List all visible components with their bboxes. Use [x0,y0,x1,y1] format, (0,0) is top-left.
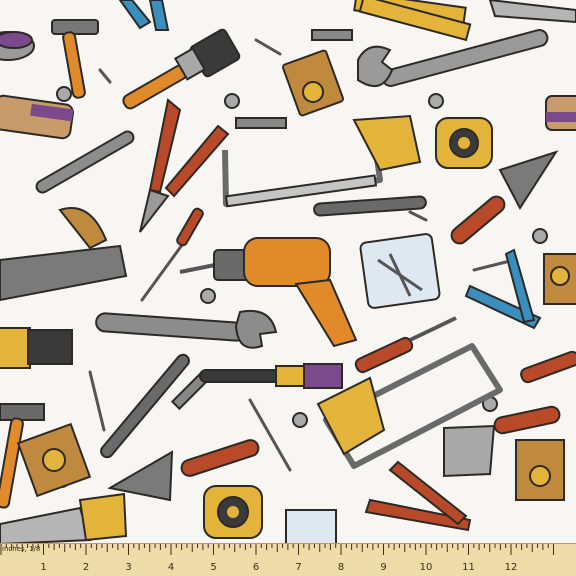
measurement-ruler: 1 2 3 4 5 6 7 8 9 10 11 12 inches, 1/8 [0,543,576,576]
pliers-icon [118,0,170,31]
paint-brush-icon [122,28,241,110]
ruler-number: 11 [462,562,475,573]
screwdriver-icon [354,316,457,374]
nail-bag-icon [359,233,441,309]
pliers-icon [139,98,230,233]
saw-blade-icon [488,0,576,24]
open-end-wrench-icon [35,130,135,194]
wood-block-icon [515,439,565,501]
ruler-number: 12 [505,562,518,573]
ruler-unit-label: inches, 1/8 [2,545,41,553]
hacksaw-icon [222,114,422,208]
tape-measure-icon [435,117,493,169]
wood-block-icon [281,49,345,117]
nail-bag-icon [285,509,337,545]
ruler-number: 4 [168,562,174,573]
ruler-number: 2 [83,562,89,573]
screwdriver-icon [520,350,576,384]
hand-saw-icon [0,492,128,546]
paint-can-icon [0,31,35,61]
wood-plane-icon [0,207,128,302]
folding-ruler-icon [353,0,472,42]
paint-roller-icon [545,95,576,131]
ruler-number: 10 [420,562,433,573]
screwdriver-icon [176,207,204,247]
ruler-ticks: 1 2 3 4 5 6 7 8 9 10 11 12 [0,544,554,573]
wood-block-icon [16,422,92,498]
paint-brush-icon [199,363,343,389]
fabric-swatch: 1 2 3 4 5 6 7 8 9 10 11 12 inches, 1/8 [0,0,576,576]
ruler-number: 9 [380,562,386,573]
adjustable-wrench-icon [95,310,278,349]
ruler-number: 5 [210,562,216,573]
ruler-number: 8 [338,562,344,573]
ruler-number: 7 [295,562,301,573]
ruler-number: 3 [125,562,131,573]
tool-pattern [0,0,576,546]
ruler-number: 1 [40,562,46,573]
wood-block-icon [543,253,576,305]
ruler-number: 6 [253,562,259,573]
paint-brush-icon [0,327,73,369]
claw-hammer-icon [51,19,99,99]
tape-measure-icon [203,485,263,539]
